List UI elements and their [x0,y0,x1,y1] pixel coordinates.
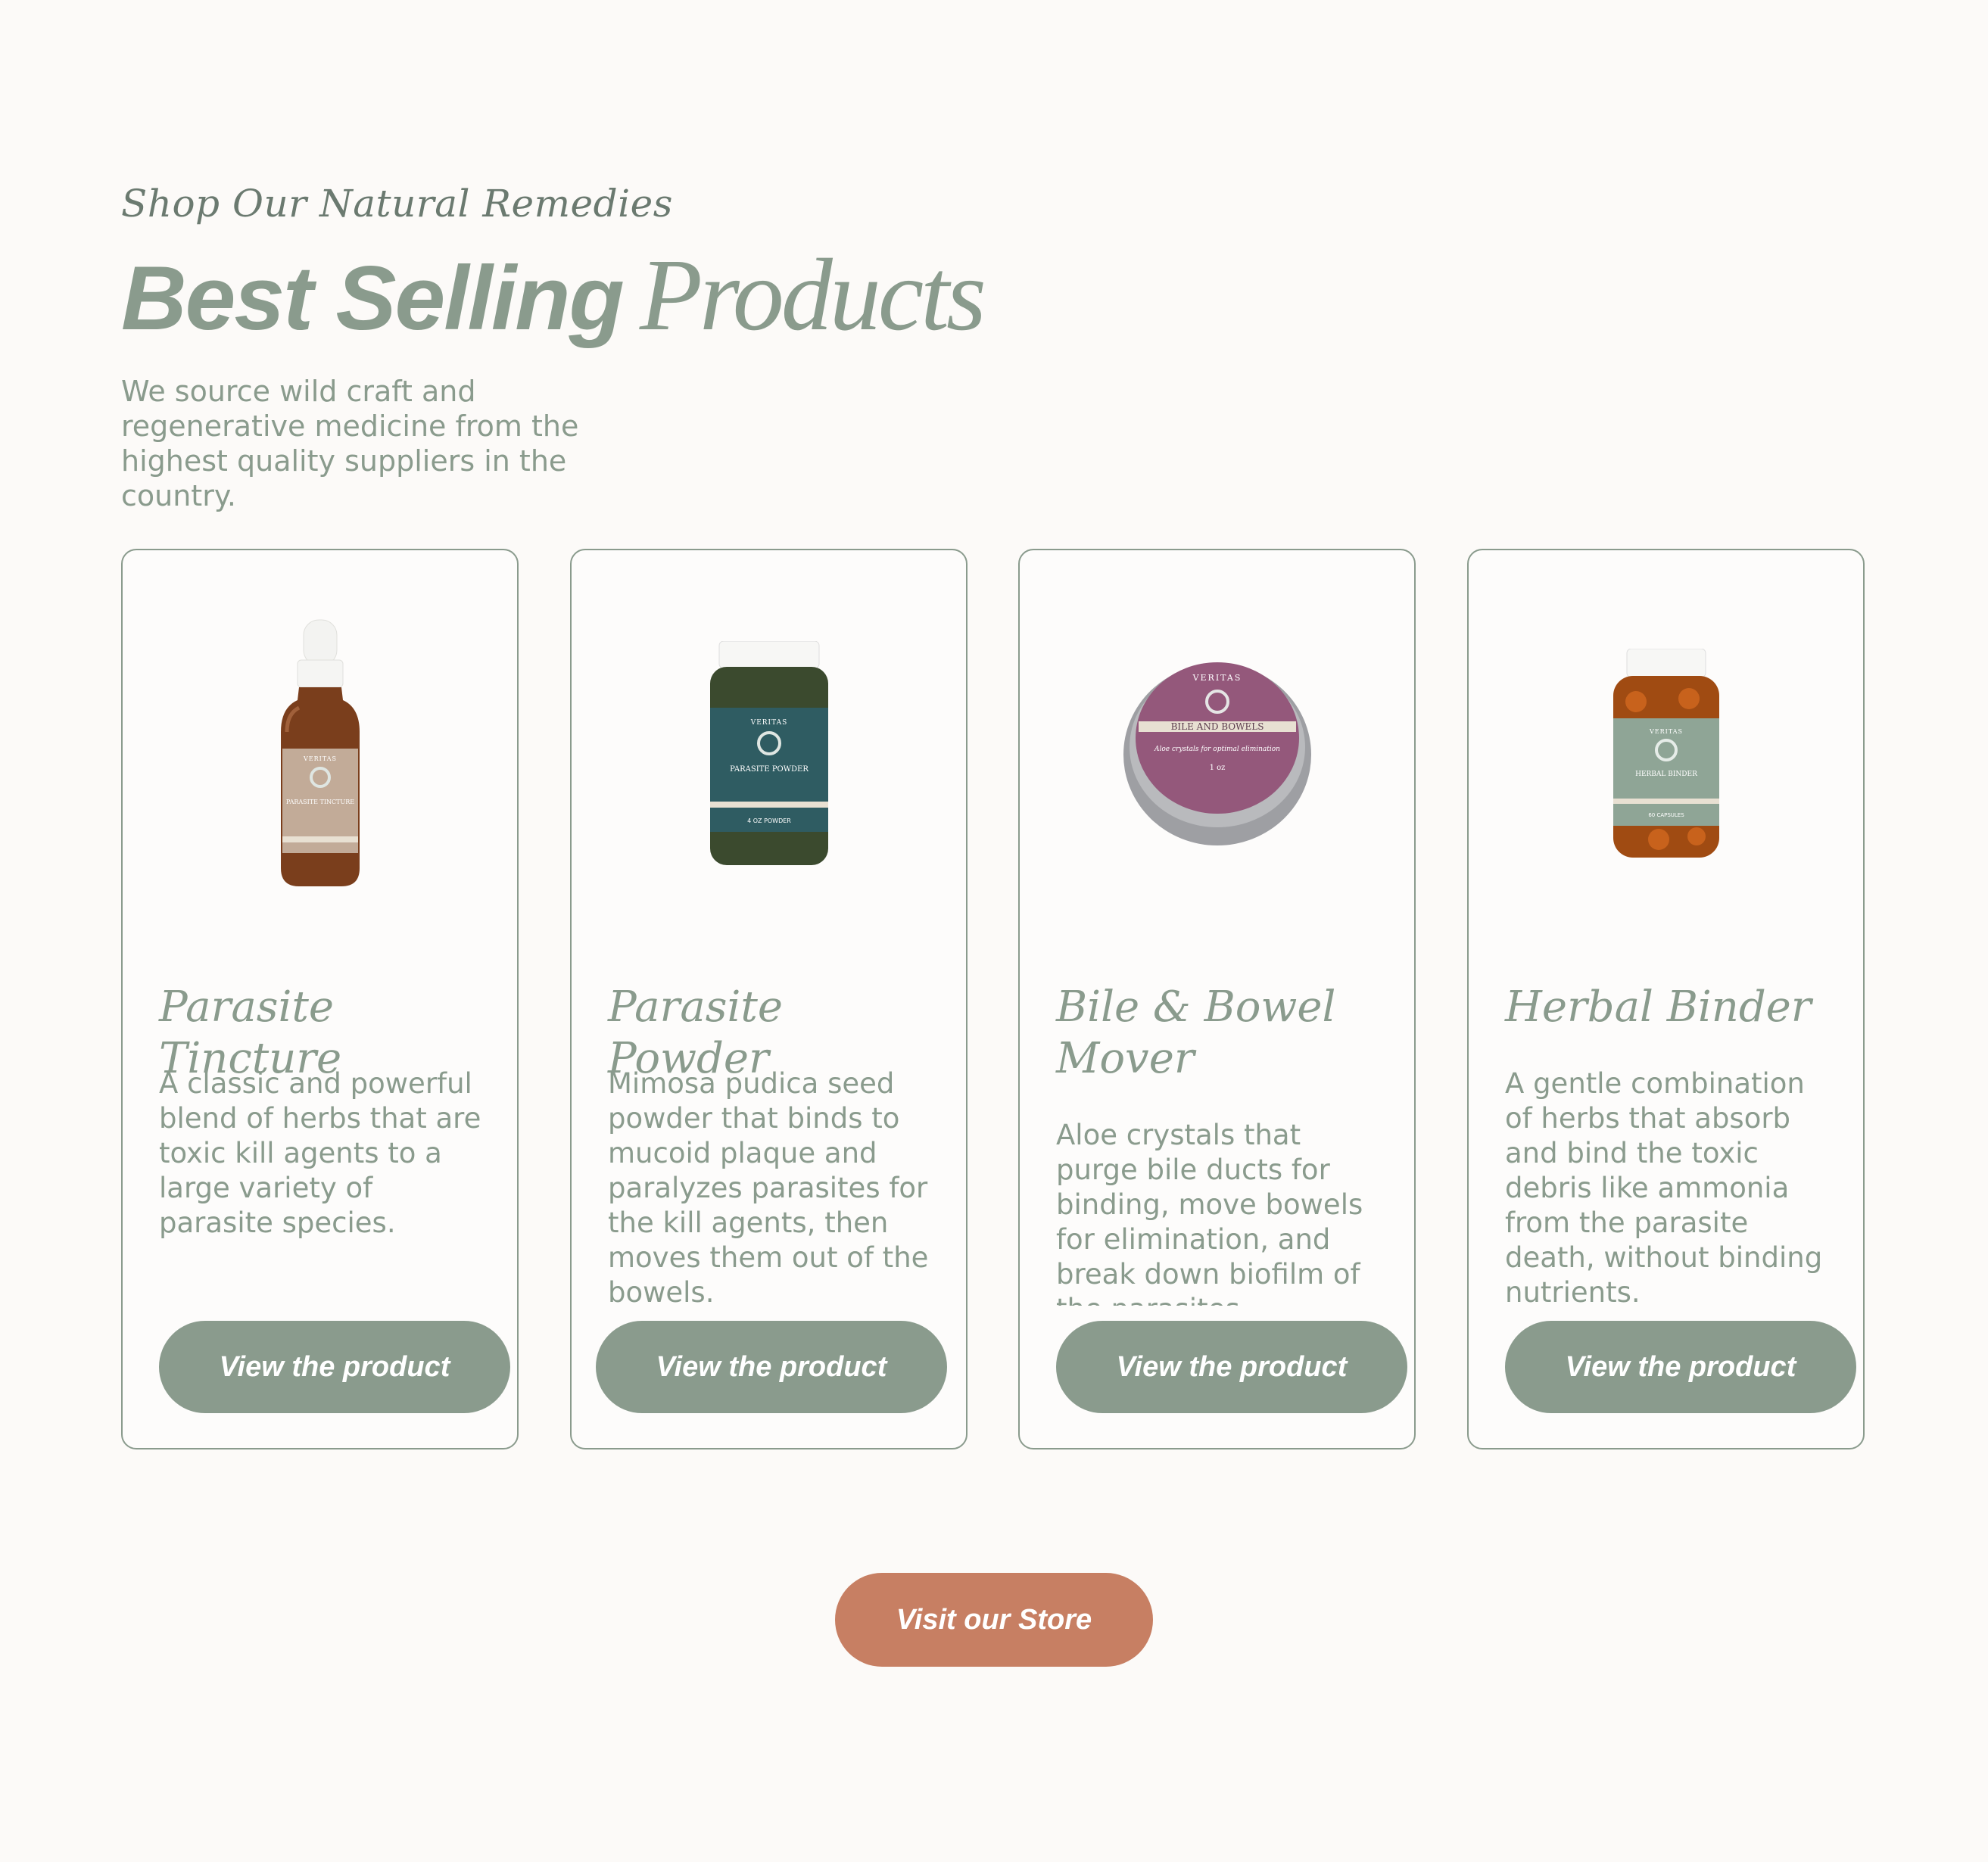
product-image-tincture: VERITAS PARASITE TINCTURE [123,618,517,891]
label-brand: VERITAS [1649,728,1683,735]
section-title: Best Selling Products [121,236,986,354]
label-brand: VERITAS [749,719,787,727]
label-product: HERBAL BINDER [1635,771,1697,778]
label-brand: VERITAS [303,755,337,762]
tin-container-icon: VERITAS BILE AND BOWELS Aloe crystals fo… [1123,662,1311,845]
label-product: PARASITE TINCTURE [285,799,354,805]
view-product-button[interactable]: View the product [1056,1321,1407,1413]
section-description: We source wild craft and regenerative me… [121,375,579,512]
view-product-button[interactable]: View the product [159,1321,510,1413]
section-title-script: Products [639,238,986,352]
product-card-herbal-binder: VERITAS HERBAL BINDER 60 CAPSULES Herbal… [1467,549,1865,1449]
product-card-parasite-tincture: VERITAS PARASITE TINCTURE Parasite Tinct… [121,549,519,1449]
product-description: Aloe crystals that purge bile ducts for … [1056,1119,1363,1306]
product-description: Mimosa pudica seed powder that binds to … [608,1067,929,1309]
dropper-bottle-icon: VERITAS PARASITE TINCTURE [280,619,360,886]
label-product: BILE AND BOWELS [1170,721,1264,732]
product-image-binder: VERITAS HERBAL BINDER 60 CAPSULES [1469,618,1863,891]
view-product-button[interactable]: View the product [1505,1321,1856,1413]
view-product-button[interactable]: View the product [596,1321,947,1413]
product-card-bile-bowel-mover: VERITAS BILE AND BOWELS Aloe crystals fo… [1018,549,1416,1449]
best-sellers-section: Shop Our Natural Remedies Best Selling Pr… [0,0,1988,1862]
label-size: 1 oz [1209,764,1225,772]
section-title-bold: Best Selling [121,248,625,349]
product-card-parasite-powder: VERITAS PARASITE POWDER 4 OZ POWDER Para… [570,549,968,1449]
capsule-bottle-icon: VERITAS HERBAL BINDER 60 CAPSULES [1613,649,1719,858]
product-title: Herbal Binder [1505,982,1812,1032]
section-eyebrow: Shop Our Natural Remedies [121,182,673,226]
label-size: 4 OZ POWDER [747,817,791,824]
visit-store-button[interactable]: Visit our Store [835,1573,1153,1667]
label-brand: VERITAS [1192,673,1242,683]
product-image-tin: VERITAS BILE AND BOWELS Aloe crystals fo… [1020,618,1414,891]
product-description: A gentle combination of herbs that absor… [1505,1067,1823,1309]
product-image-powder: VERITAS PARASITE POWDER 4 OZ POWDER [572,618,966,891]
label-size: 60 CAPSULES [1648,812,1684,818]
label-tagline: Aloe crystals for optimal elimination [1154,746,1280,753]
label-product: PARASITE POWDER [730,765,809,774]
powder-jar-icon: VERITAS PARASITE POWDER 4 OZ POWDER [709,641,828,865]
product-title: Bile & Bowel Mover [1056,982,1336,1083]
product-description: A classic and powerful blend of herbs th… [159,1067,481,1239]
